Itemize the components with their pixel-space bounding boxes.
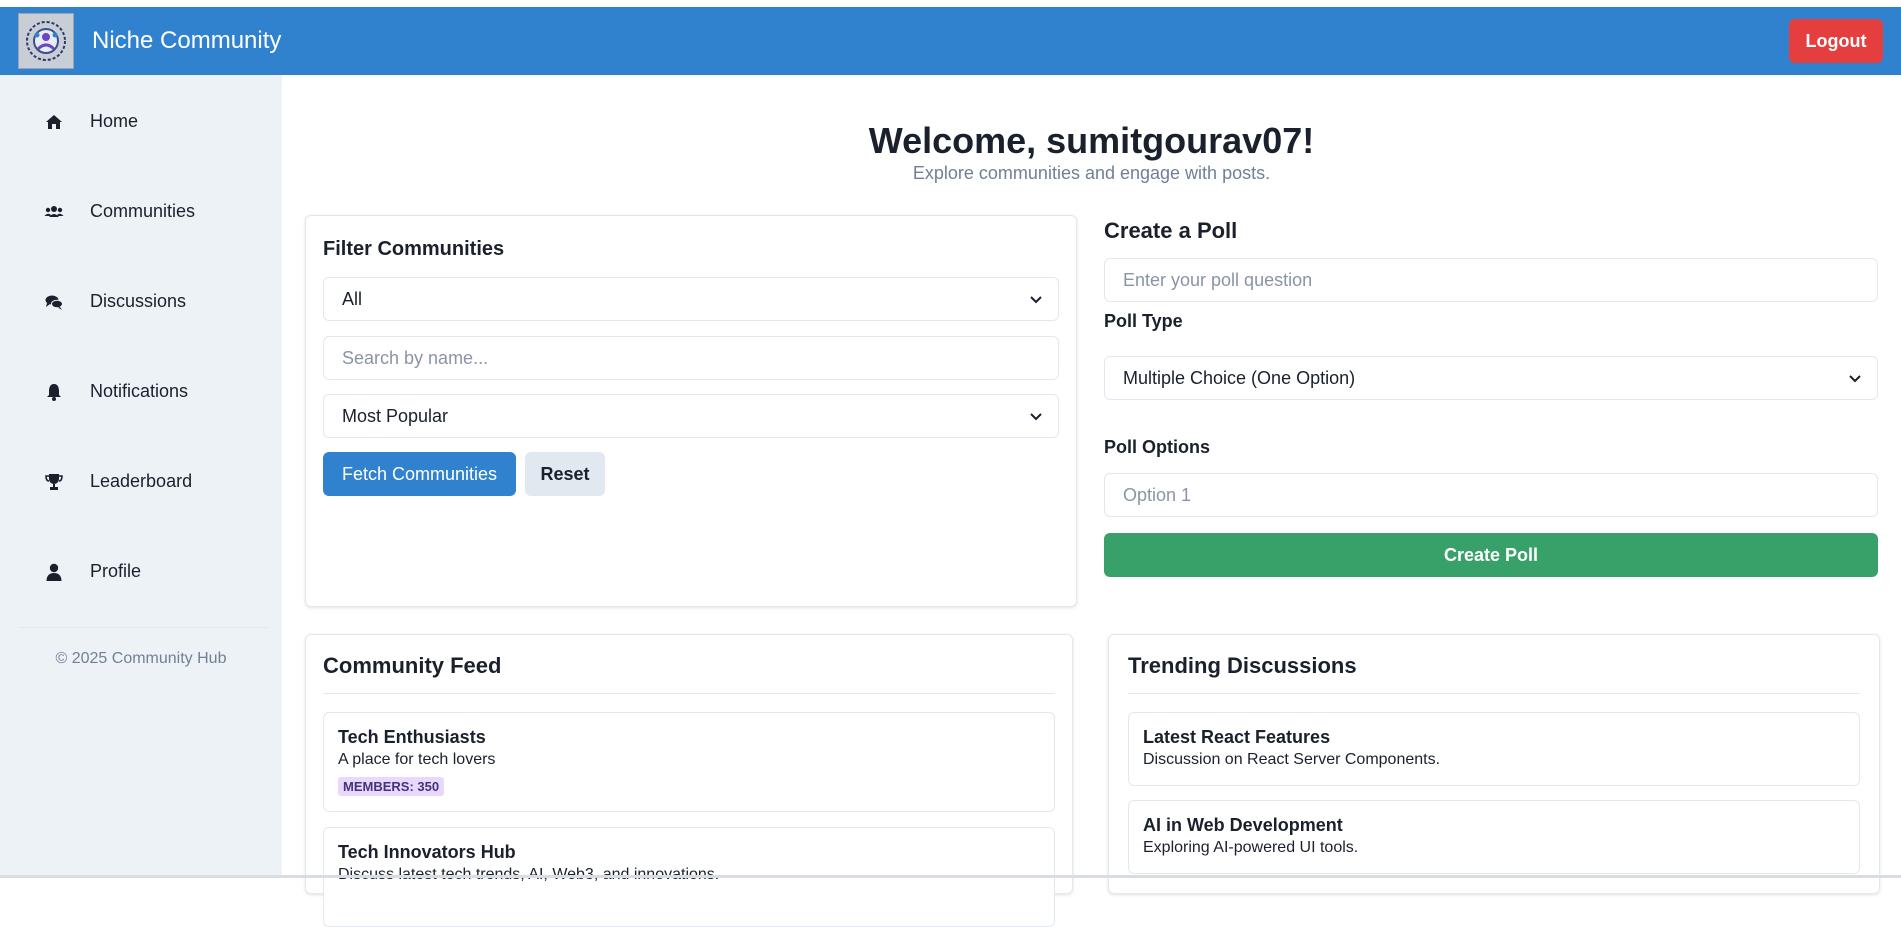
sidebar-item-label: Notifications <box>90 381 189 401</box>
feed-item-title: Tech Enthusiasts <box>338 727 486 747</box>
poll-title: Create a Poll <box>1104 218 1238 243</box>
trending-item-title: AI in Web Development <box>1143 815 1343 835</box>
poll-type-select[interactable]: Multiple Choice (One Option) <box>1104 356 1878 400</box>
trending-discussions-card: Trending Discussions Latest React Featur… <box>1108 634 1880 894</box>
community-feed-card: Community Feed Tech Enthusiasts A place … <box>305 634 1073 927</box>
feed-title: Community Feed <box>323 653 502 678</box>
sort-select[interactable]: Most Popular <box>323 394 1059 438</box>
chevron-down-icon <box>1030 413 1042 421</box>
filter-title: Filter Communities <box>323 238 505 260</box>
trending-item-desc: Discussion on React Server Components. <box>1143 751 1441 768</box>
users-icon <box>44 206 64 217</box>
page-subtitle: Explore communities and engage with post… <box>912 163 1271 183</box>
sidebar-item-label: Home <box>90 111 139 131</box>
sidebar-item-label: Communities <box>90 201 196 221</box>
sidebar-item-notifications[interactable]: Notifications <box>0 368 282 418</box>
copyright-text: © 2025 Community Hub <box>55 650 227 667</box>
poll-type-label: Poll Type <box>1104 311 1183 331</box>
trending-title: Trending Discussions <box>1128 653 1357 678</box>
sort-select-value: Most Popular <box>342 405 449 426</box>
poll-options-label: Poll Options <box>1104 437 1210 457</box>
reset-button[interactable]: Reset <box>525 452 605 496</box>
sidebar-item-label: Discussions <box>90 291 187 311</box>
create-poll-section: Create a Poll Poll Type Multiple Choice … <box>1104 215 1880 607</box>
poll-option-1-input[interactable] <box>1104 473 1878 517</box>
logo-graphic-icon <box>26 21 66 61</box>
members-badge: MEMBERS: 350 <box>338 777 445 796</box>
community-logo[interactable] <box>18 13 74 69</box>
chevron-down-icon <box>1849 375 1861 383</box>
sidebar-item-home[interactable]: Home <box>0 98 282 148</box>
feed-item[interactable]: Tech Enthusiasts A place for tech lovers… <box>323 712 1055 812</box>
category-select-value: All <box>342 288 363 309</box>
sidebar-item-label: Profile <box>90 561 142 581</box>
filter-communities-card: Filter Communities All Most Popular Fetc… <box>305 215 1077 607</box>
user-icon <box>46 563 62 581</box>
trending-item-title: Latest React Features <box>1143 727 1331 747</box>
feed-item-title: Tech Innovators Hub <box>338 842 516 862</box>
trending-divider <box>1128 693 1860 694</box>
search-input[interactable] <box>323 336 1059 380</box>
sidebar-item-leaderboard[interactable]: Leaderboard <box>0 458 282 508</box>
sidebar: Home Communities Discussions Notificatio… <box>0 75 282 875</box>
trending-item[interactable]: Latest React Features Discussion on Reac… <box>1128 712 1860 786</box>
poll-type-value: Multiple Choice (One Option) <box>1123 367 1356 388</box>
brand-title[interactable]: Niche Community <box>92 27 281 55</box>
logout-button[interactable]: Logout <box>1789 19 1883 63</box>
home-icon <box>46 115 62 129</box>
sidebar-item-communities[interactable]: Communities <box>0 188 282 238</box>
chevron-down-icon <box>1030 296 1042 304</box>
trophy-icon <box>45 474 63 490</box>
sidebar-item-label: Leaderboard <box>90 471 193 491</box>
bell-icon <box>47 384 61 401</box>
top-strip <box>0 0 1901 7</box>
comments-icon <box>45 295 63 310</box>
fetch-communities-button[interactable]: Fetch Communities <box>323 452 516 496</box>
sidebar-item-discussions[interactable]: Discussions <box>0 278 282 328</box>
create-poll-button[interactable]: Create Poll <box>1104 533 1878 577</box>
trending-item-desc: Exploring AI-powered UI tools. <box>1143 839 1359 856</box>
sidebar-divider <box>18 627 268 628</box>
page-title: Welcome, sumitgourav07! <box>868 120 1315 161</box>
app-header: Niche Community Logout <box>0 7 1901 75</box>
feed-divider <box>323 693 1055 694</box>
category-select[interactable]: All <box>323 277 1059 321</box>
sidebar-item-profile[interactable]: Profile <box>0 548 282 598</box>
poll-question-input[interactable] <box>1104 258 1878 302</box>
feed-item-desc: A place for tech lovers <box>338 751 496 768</box>
main-content: Welcome, sumitgourav07! Explore communit… <box>282 75 1901 927</box>
trending-item[interactable]: AI in Web Development Exploring AI-power… <box>1128 800 1860 874</box>
